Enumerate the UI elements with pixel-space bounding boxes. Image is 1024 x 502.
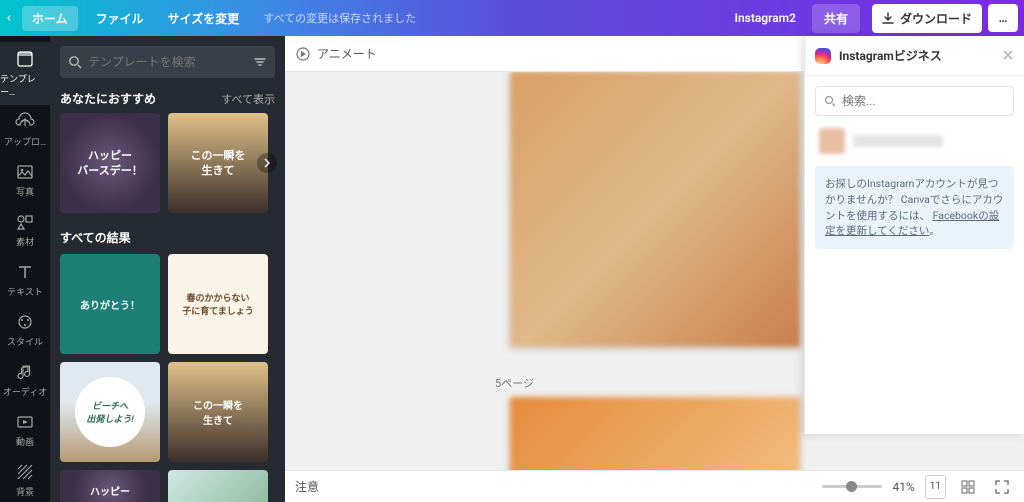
fullscreen-button[interactable] — [990, 475, 1014, 499]
next-cards-button[interactable] — [257, 153, 277, 173]
home-button[interactable]: ホーム — [22, 6, 78, 31]
instagram-business-popup: Instagramビジネス お探しのInstagramアカウントが見つかりません… — [804, 36, 1024, 434]
video-icon — [15, 412, 35, 432]
template-card[interactable]: この一瞬を 生きて — [168, 362, 268, 462]
account-name — [853, 135, 943, 147]
template-card[interactable]: ハッピー バースデー！ — [60, 113, 160, 213]
file-menu[interactable]: ファイル — [84, 10, 156, 27]
rail-label: 背景 — [16, 485, 34, 498]
save-status: すべての変更は保存されました — [251, 10, 428, 26]
rail-text[interactable]: テキスト — [0, 255, 50, 305]
rail-label: 素材 — [16, 235, 34, 248]
left-rail: テンプレー… アップロ… 写真 素材 テキスト スタイル オーディオ 動画 — [0, 36, 50, 502]
fullscreen-icon — [995, 480, 1009, 494]
more-button[interactable]: … — [988, 4, 1018, 32]
rail-audio[interactable]: オーディオ — [0, 355, 50, 405]
canvas-area: アニメート 5ページ Instagramビジネス — [285, 36, 1024, 502]
audio-icon — [15, 362, 35, 382]
animate-button[interactable]: アニメート — [317, 45, 377, 62]
share-button[interactable]: 共有 — [812, 4, 860, 33]
upload-icon — [15, 112, 35, 132]
account-avatar — [819, 128, 845, 154]
account-row[interactable] — [805, 126, 1024, 164]
chevron-right-icon — [263, 158, 271, 168]
download-button[interactable]: ダウンロード — [872, 4, 982, 33]
rail-label: 動画 — [16, 435, 34, 448]
rail-templates[interactable]: テンプレー… — [0, 42, 50, 105]
doc-title[interactable]: Instagram2 — [725, 11, 806, 25]
animate-icon — [295, 46, 311, 62]
rail-label: アップロ… — [4, 135, 46, 148]
note-label[interactable]: 注意 — [295, 478, 319, 495]
rail-label: テキスト — [7, 285, 43, 298]
photos-icon — [15, 162, 35, 182]
popup-search[interactable] — [815, 86, 1014, 116]
rail-label: スタイル — [7, 335, 43, 348]
resize-menu[interactable]: サイズを変更 — [156, 10, 252, 27]
bottom-bar: 注意 41% 11 — [285, 470, 1024, 502]
template-search[interactable] — [60, 46, 275, 78]
search-icon — [68, 55, 82, 69]
download-icon — [882, 12, 894, 24]
background-icon — [15, 462, 35, 482]
template-card[interactable]: ありがとう！ — [60, 254, 160, 354]
close-icon — [1002, 49, 1014, 61]
rail-style[interactable]: スタイル — [0, 305, 50, 355]
info-message: お探しのInstagramアカウントが見つかりませんか？ Canvaでさらにアカ… — [815, 166, 1014, 249]
popup-close-button[interactable] — [1002, 46, 1014, 65]
templates-icon — [15, 49, 35, 69]
see-all-link[interactable]: すべて表示 — [221, 91, 275, 107]
zoom-value: 41% — [892, 480, 914, 494]
rail-label: 写真 — [16, 185, 34, 198]
template-card[interactable]: この一瞬を 生きて — [168, 113, 268, 213]
grid-icon — [961, 480, 975, 494]
canvas-page[interactable] — [510, 72, 800, 347]
template-card[interactable]: 春のかからない 子に育てましょう — [168, 254, 268, 354]
template-card[interactable]: ハッピー — [60, 470, 160, 502]
zoom-slider[interactable] — [822, 485, 882, 488]
filter-icon[interactable] — [253, 55, 267, 69]
rail-elements[interactable]: 素材 — [0, 205, 50, 255]
top-nav: ホーム ファイル サイズを変更 すべての変更は保存されました Instagram… — [0, 0, 1024, 36]
templates-panel: あなたにおすすめ すべて表示 ハッピー バースデー！ この一瞬を 生きて すべて… — [50, 36, 285, 502]
page-count-button[interactable]: 11 — [925, 475, 946, 499]
rail-label: オーディオ — [3, 385, 47, 398]
recommended-title: あなたにおすすめ — [60, 90, 156, 107]
results-title: すべての結果 — [60, 229, 131, 246]
rail-label: テンプレー… — [0, 72, 50, 98]
search-input[interactable] — [88, 55, 247, 69]
popup-search-input[interactable] — [842, 94, 1005, 108]
instagram-icon — [815, 48, 831, 64]
page-label: 5ページ — [495, 375, 534, 391]
grid-view-button[interactable] — [956, 475, 980, 499]
download-label: ダウンロード — [900, 10, 972, 27]
text-icon — [15, 262, 35, 282]
rail-video[interactable]: 動画 — [0, 405, 50, 455]
popup-title: Instagramビジネス — [839, 47, 994, 64]
style-icon — [15, 312, 35, 332]
template-card[interactable] — [168, 470, 268, 502]
search-icon — [824, 95, 836, 107]
elements-icon — [15, 212, 35, 232]
rail-photos[interactable]: 写真 — [0, 155, 50, 205]
rail-background[interactable]: 背景 — [0, 455, 50, 502]
rail-upload[interactable]: アップロ… — [0, 105, 50, 155]
template-card[interactable]: ビーチへ 出発しよう! — [60, 362, 160, 462]
back-button[interactable] — [0, 13, 16, 23]
